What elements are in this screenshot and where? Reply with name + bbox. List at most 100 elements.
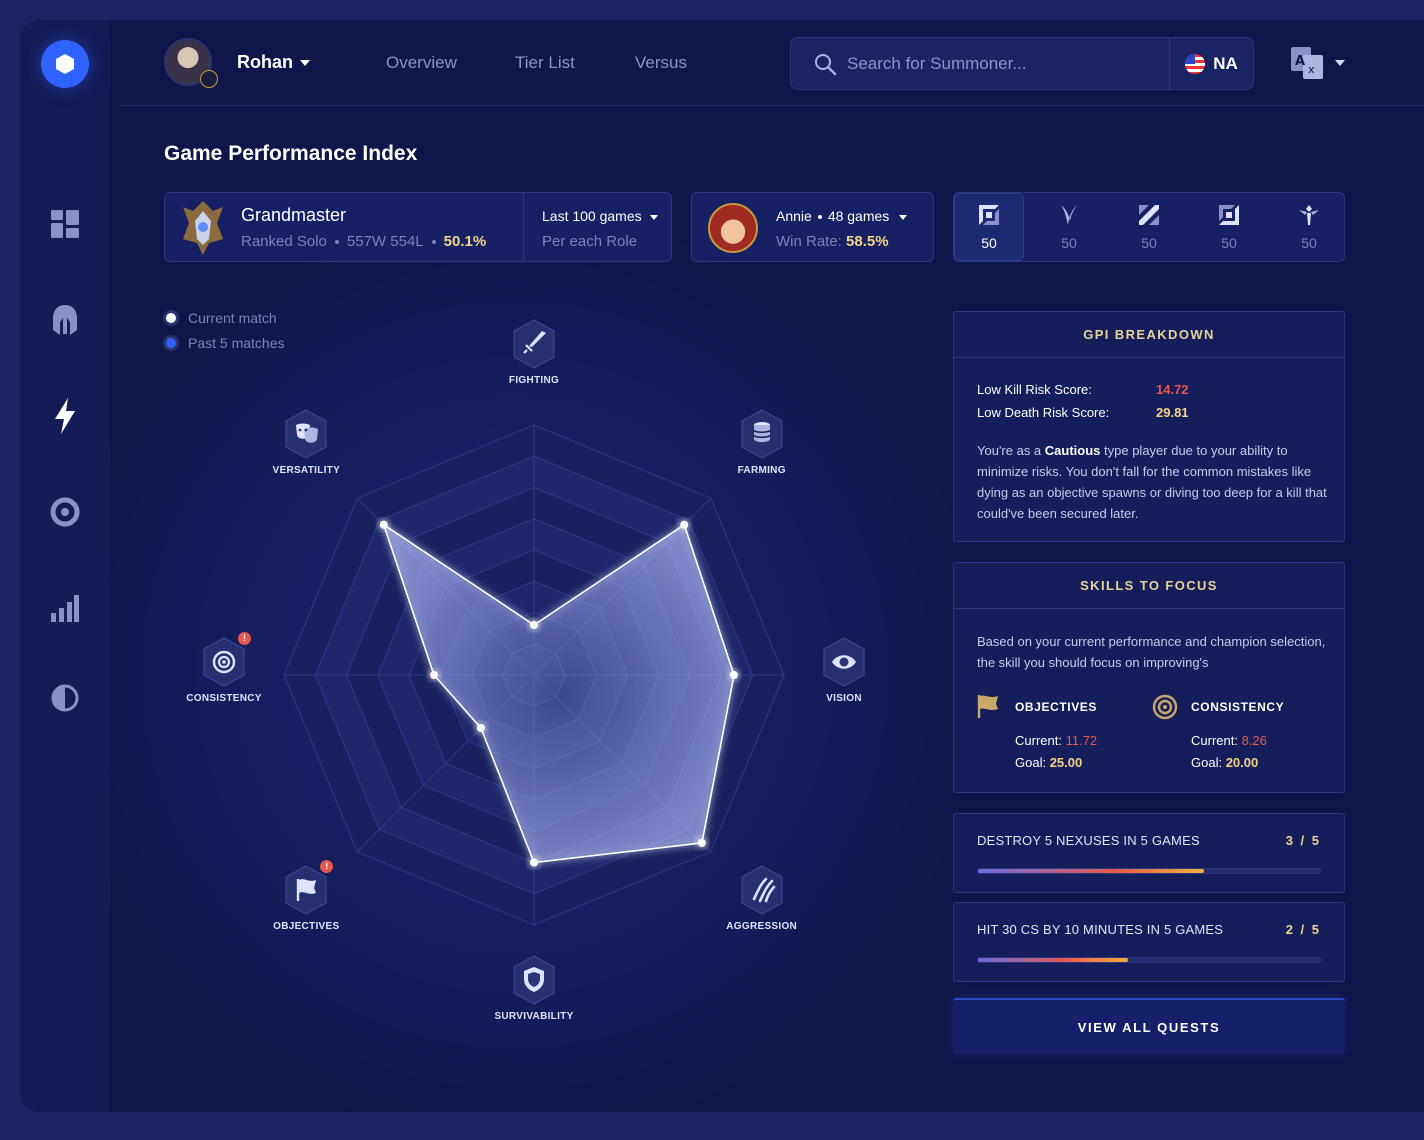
- gpi-breakdown-title: GPI BREAKDOWN: [954, 312, 1344, 358]
- top-lane-icon: [979, 205, 999, 225]
- language-chevron-icon[interactable]: [1335, 60, 1345, 66]
- quest-progress-fill: [978, 869, 1204, 873]
- gpi-text-pre: You're as a: [977, 443, 1045, 458]
- radar-point-fighting[interactable]: [530, 621, 538, 629]
- coins-icon: [741, 409, 783, 459]
- quest-progress-fill: [978, 958, 1129, 962]
- radar-axis-label: FARMING: [737, 465, 786, 477]
- radar-axis-label: CONSISTENCY: [186, 693, 262, 704]
- target-eye-icon[interactable]: [47, 494, 83, 530]
- role-support-value: 50: [1301, 235, 1317, 251]
- role-jungle[interactable]: 50: [1034, 193, 1104, 261]
- svg-text:A: A: [1295, 54, 1305, 69]
- radar-chart: [283, 424, 785, 926]
- us-flag-icon: [1185, 53, 1206, 74]
- skill-current: Current: 11.72: [1015, 733, 1097, 748]
- radar-axis-label: VISION: [826, 693, 862, 704]
- role-bottom-value: 50: [1221, 235, 1237, 251]
- jungle-icon: [1061, 205, 1077, 225]
- role-support[interactable]: 50: [1274, 193, 1344, 261]
- quest-count: 3 / 5: [1285, 833, 1321, 848]
- svg-text:x: x: [1308, 63, 1315, 76]
- gpi-row-value: 29.81: [1156, 405, 1189, 420]
- skill-goal-value: 25.00: [1049, 755, 1083, 770]
- radar-point-objectives[interactable]: [476, 724, 485, 733]
- region-label: NA: [1213, 53, 1238, 73]
- target-icon: [1152, 694, 1178, 720]
- helmet-icon[interactable]: [47, 302, 83, 338]
- app-logo-button[interactable]: [41, 40, 89, 88]
- skill-goal-value: 20.00: [1225, 755, 1259, 770]
- target-icon: [203, 637, 245, 687]
- quest-title: DESTROY 5 NEXUSES IN 5 GAMES: [977, 833, 1200, 848]
- radar-point-consistency[interactable]: [430, 671, 438, 679]
- role-bottom[interactable]: 50: [1194, 193, 1264, 261]
- support-icon: [1299, 205, 1319, 225]
- sword-icon: [513, 319, 555, 369]
- radar-point-vision[interactable]: [730, 671, 738, 679]
- role-selector: 50 50 50 50 50: [953, 192, 1345, 262]
- quest-card[interactable]: DESTROY 5 NEXUSES IN 5 GAMES 3 / 5: [953, 813, 1345, 893]
- radar-point-survivability[interactable]: [530, 858, 538, 867]
- claw-icon: [741, 865, 783, 915]
- radar-axis-label: VERSATILITY: [272, 465, 341, 477]
- radar-point-farming[interactable]: [680, 520, 689, 529]
- lightning-icon[interactable]: [47, 398, 83, 434]
- theme-toggle-icon[interactable]: [47, 680, 83, 716]
- skills-focus-description: Based on your current performance and ch…: [977, 634, 1326, 670]
- role-jungle-value: 50: [1061, 235, 1077, 251]
- shield-icon: [513, 955, 555, 1005]
- skill-goal: Goal: 20.00: [1191, 755, 1258, 770]
- skills-focus-title: SKILLS TO FOCUS: [954, 563, 1344, 609]
- skill-current-value: 8.26: [1241, 733, 1267, 748]
- role-top[interactable]: 50: [954, 193, 1024, 261]
- dashboard-icon[interactable]: [47, 206, 83, 242]
- skill-goal-label: Goal:: [1191, 755, 1223, 770]
- language-icon[interactable]: Ax: [1290, 46, 1324, 80]
- skill-current-value: 11.72: [1065, 733, 1098, 748]
- radar-axis-label: SURVIVABILITY: [494, 1011, 574, 1022]
- hexagon-logo-icon: [56, 54, 74, 74]
- gpi-player-type: Cautious: [1044, 443, 1101, 458]
- region-select[interactable]: NA: [1169, 38, 1253, 89]
- app-window: Rohan Overview Tier List Versus NA Ax Ga…: [20, 20, 1424, 1112]
- main-content: Rohan Overview Tier List Versus NA Ax Ga…: [110, 20, 1424, 1112]
- skill-goal-label: Goal:: [1015, 755, 1047, 770]
- gpi-breakdown-panel: GPI BREAKDOWN Low Kill Risk Score: 14.72…: [953, 311, 1345, 542]
- skill-current-label: Current:: [1191, 733, 1238, 748]
- skill-name: OBJECTIVES: [1015, 700, 1098, 714]
- view-all-quests-button[interactable]: VIEW ALL QUESTS: [953, 998, 1345, 1054]
- skills-focus-panel: SKILLS TO FOCUS Based on your current pe…: [953, 562, 1345, 793]
- radar-axis-label: OBJECTIVES: [273, 920, 340, 932]
- gpi-row-label: Low Death Risk Score:: [977, 405, 1110, 420]
- radar-axis-label: AGGRESSION: [726, 920, 798, 932]
- quest-card[interactable]: HIT 30 CS BY 10 MINUTES IN 5 GAMES 2 / 5: [953, 902, 1345, 982]
- sidebar: [20, 20, 110, 1112]
- role-top-value: 50: [981, 235, 997, 251]
- skill-current-label: Current:: [1015, 733, 1062, 748]
- radar-point-aggression[interactable]: [697, 838, 706, 847]
- gpi-row-label: Low Kill Risk Score:: [977, 382, 1092, 397]
- quest-title: HIT 30 CS BY 10 MINUTES IN 5 GAMES: [977, 922, 1224, 937]
- bottom-lane-icon: [1219, 205, 1239, 225]
- masks-icon: [285, 409, 327, 459]
- eye-icon: [823, 637, 865, 687]
- quest-progress-bar: [977, 957, 1321, 963]
- flag-icon: [977, 695, 998, 718]
- gpi-description: You're as a Cautious type player due to …: [977, 440, 1327, 524]
- quest-progress-bar: [977, 868, 1321, 874]
- flag-icon: [285, 865, 327, 915]
- skill-current: Current: 8.26: [1191, 733, 1267, 748]
- alert-badge-icon: !: [320, 859, 334, 873]
- radar-axis-label: FIGHTING: [508, 375, 560, 386]
- role-mid[interactable]: 50: [1114, 193, 1184, 261]
- gpi-row-value: 14.72: [1156, 382, 1189, 397]
- quest-count: 2 / 5: [1285, 922, 1321, 937]
- role-mid-value: 50: [1141, 235, 1157, 251]
- radar-point-versatility[interactable]: [379, 520, 388, 529]
- skill-name: CONSISTENCY: [1191, 700, 1285, 714]
- alert-badge-icon: !: [238, 632, 251, 645]
- skill-goal: Goal: 25.00: [1015, 755, 1082, 770]
- mid-lane-icon: [1139, 205, 1159, 225]
- stats-icon[interactable]: [47, 590, 83, 626]
